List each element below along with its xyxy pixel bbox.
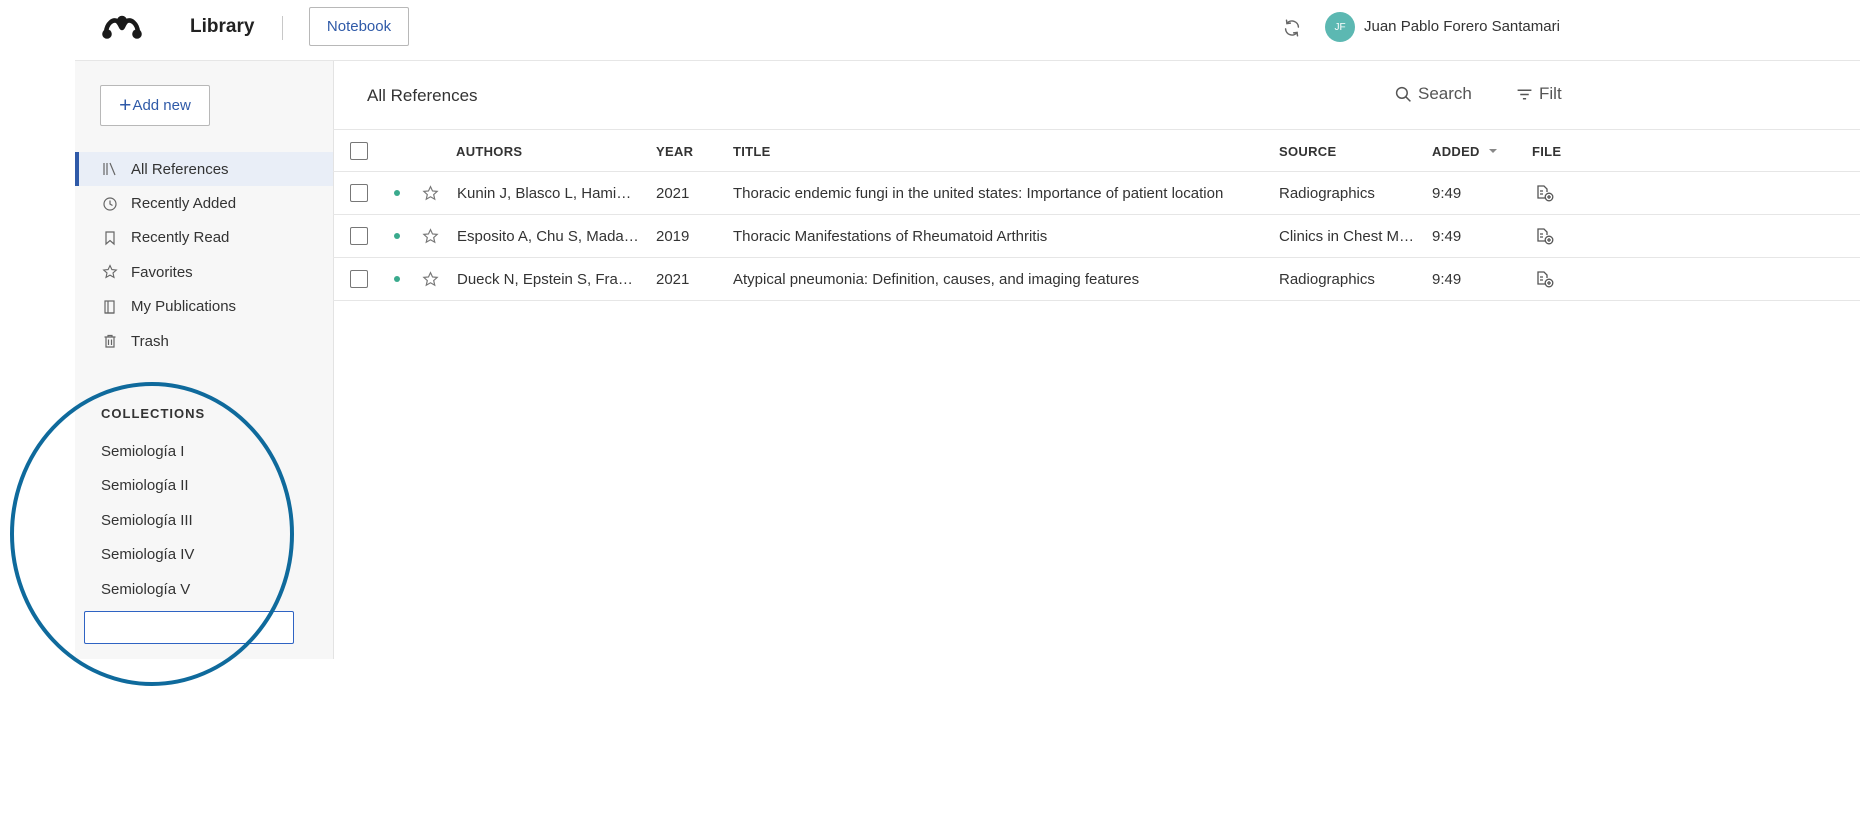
bookmark-icon	[101, 229, 119, 247]
new-collection-input[interactable]	[84, 611, 294, 644]
sort-desc-icon	[1488, 149, 1497, 153]
filter-button[interactable]: Filt	[1516, 84, 1562, 104]
row-title: Thoracic endemic fungi in the united sta…	[733, 184, 1224, 202]
references-table: AUTHORS YEAR TITLE SOURCE ADDED FILE Kun…	[333, 129, 1860, 301]
star-icon[interactable]	[422, 184, 439, 202]
star-icon[interactable]	[422, 227, 439, 245]
unread-dot-icon	[394, 233, 400, 239]
unread-dot-icon	[394, 190, 400, 196]
row-year: 2021	[656, 270, 690, 288]
row-added: 9:49	[1432, 270, 1462, 288]
sidebar: + Add new All References Recently Added	[75, 61, 334, 659]
table-row[interactable]: Dueck N, Epstein S, Fra… 2021 Atypical p…	[333, 258, 1860, 301]
search-button[interactable]: Search	[1395, 84, 1472, 104]
user-name[interactable]: Juan Pablo Forero Santamari	[1364, 18, 1560, 35]
column-header-added-label: ADDED	[1432, 143, 1480, 159]
select-all-checkbox[interactable]	[350, 142, 368, 160]
sync-icon[interactable]	[1281, 17, 1303, 39]
star-icon[interactable]	[422, 270, 439, 288]
publications-icon	[101, 298, 119, 316]
sidebar-item-label: Trash	[131, 332, 169, 350]
top-bar: Library Notebook JF Juan Pablo Forero Sa…	[75, 0, 1860, 61]
row-checkbox[interactable]	[350, 227, 368, 245]
plus-icon: +	[119, 94, 132, 117]
row-authors: Dueck N, Epstein S, Fra…	[457, 270, 633, 288]
sidebar-item-label: Favorites	[131, 263, 193, 281]
sidebar-item-label: My Publications	[131, 298, 237, 316]
add-new-button[interactable]: + Add new	[100, 85, 210, 126]
sidebar-item-trash[interactable]: Trash	[75, 324, 333, 358]
collection-item[interactable]: Semiología II	[101, 469, 194, 504]
row-checkbox[interactable]	[350, 184, 368, 202]
collection-item[interactable]: Semiología I	[101, 434, 194, 469]
sidebar-item-label: Recently Read	[131, 229, 230, 247]
table-row[interactable]: Esposito A, Chu S, Mada… 2019 Thoracic M…	[333, 215, 1860, 258]
column-header-added[interactable]: ADDED	[1432, 130, 1498, 172]
collection-item[interactable]: Semiología V	[101, 572, 194, 607]
collections-heading: COLLECTIONS	[101, 406, 206, 421]
table-row[interactable]: Kunin J, Blasco L, Hami… 2021 Thoracic e…	[333, 172, 1860, 215]
header-divider	[282, 16, 283, 40]
filter-icon	[1517, 89, 1532, 99]
sidebar-nav: All References Recently Added Recently R…	[75, 152, 333, 358]
row-checkbox[interactable]	[350, 270, 368, 288]
page-title: All References	[367, 86, 478, 105]
sidebar-item-recently-read[interactable]: Recently Read	[75, 221, 333, 255]
add-file-icon[interactable]	[1536, 184, 1554, 202]
row-added: 9:49	[1432, 227, 1462, 245]
star-icon	[101, 263, 119, 281]
row-year: 2021	[656, 184, 690, 202]
search-label: Search	[1418, 84, 1472, 103]
app-title: Library	[190, 16, 255, 37]
sidebar-item-label: Recently Added	[131, 195, 237, 213]
collections-list: Semiología I Semiología II Semiología II…	[101, 434, 194, 607]
column-header-authors[interactable]: AUTHORS	[456, 130, 522, 172]
library-icon	[101, 160, 119, 178]
row-source: Clinics in Chest M…	[1279, 227, 1415, 245]
column-header-source[interactable]: SOURCE	[1279, 130, 1336, 172]
row-source: Radiographics	[1279, 184, 1375, 202]
add-new-label: Add new	[132, 97, 191, 114]
unread-dot-icon	[394, 276, 400, 282]
row-title: Atypical pneumonia: Definition, causes, …	[733, 270, 1140, 288]
sidebar-item-all-references[interactable]: All References	[75, 152, 333, 187]
row-year: 2019	[656, 227, 690, 245]
mendeley-logo-icon[interactable]	[101, 15, 143, 41]
row-title: Thoracic Manifestations of Rheumatoid Ar…	[733, 227, 1048, 245]
row-added: 9:49	[1432, 184, 1462, 202]
column-header-file[interactable]: FILE	[1532, 130, 1561, 172]
sidebar-item-recently-added[interactable]: Recently Added	[75, 186, 333, 220]
column-header-year[interactable]: YEAR	[656, 130, 693, 172]
notebook-button[interactable]: Notebook	[309, 7, 409, 46]
sidebar-item-label: All References	[131, 160, 229, 178]
sidebar-item-favorites[interactable]: Favorites	[75, 255, 333, 289]
row-authors: Esposito A, Chu S, Mada…	[457, 227, 639, 245]
filter-label: Filt	[1539, 84, 1562, 103]
column-header-title[interactable]: TITLE	[733, 130, 771, 172]
search-icon	[1395, 86, 1411, 102]
add-file-icon[interactable]	[1536, 270, 1554, 288]
sidebar-item-my-publications[interactable]: My Publications	[75, 290, 333, 324]
collection-item[interactable]: Semiología IV	[101, 538, 194, 573]
collection-item[interactable]: Semiología III	[101, 503, 194, 538]
trash-icon	[101, 332, 119, 350]
add-file-icon[interactable]	[1536, 227, 1554, 245]
user-avatar[interactable]: JF	[1325, 12, 1355, 42]
row-source: Radiographics	[1279, 270, 1375, 288]
select-all-checkbox-cell	[350, 130, 368, 172]
row-authors: Kunin J, Blasco L, Hami…	[457, 184, 632, 202]
clock-icon	[101, 195, 119, 213]
table-header-row: AUTHORS YEAR TITLE SOURCE ADDED FILE	[333, 129, 1860, 172]
